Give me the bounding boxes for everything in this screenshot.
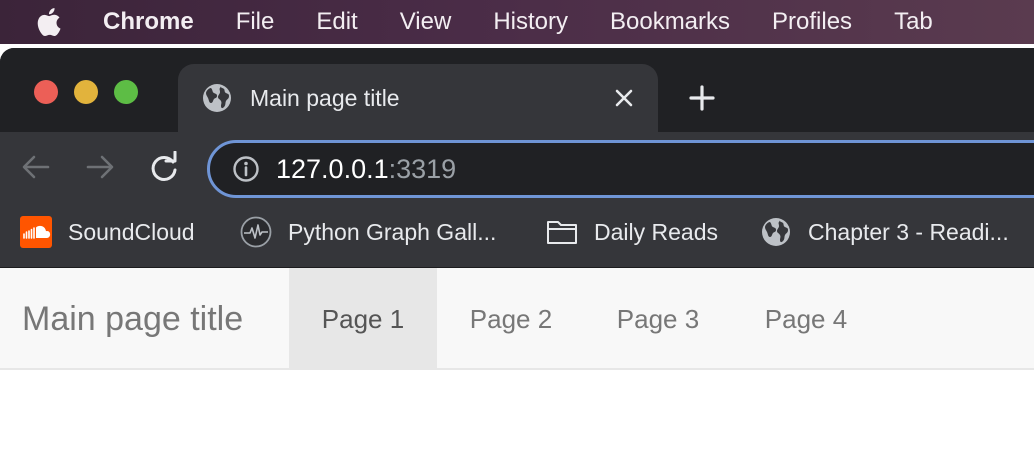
web-page: Main page title Page 1 Page 2 Page 3 Pag… [0, 268, 1034, 468]
window-maximize-button[interactable] [114, 80, 138, 104]
reload-icon [151, 151, 177, 181]
graph-gallery-icon [240, 216, 272, 248]
bookmark-label: Chapter 3 - Readi... [808, 218, 1009, 245]
tab-strip: Main page title [0, 48, 1034, 132]
soundcloud-icon [20, 216, 52, 248]
url-text: 127.0.0.1:3319 [276, 154, 456, 185]
globe-icon [202, 83, 232, 113]
new-tab-button[interactable] [686, 82, 718, 114]
nav-link-page-2[interactable]: Page 2 [437, 268, 585, 370]
address-bar[interactable]: 127.0.0.1:3319 [207, 140, 1034, 198]
menu-profiles[interactable]: Profiles [772, 8, 852, 36]
bookmark-chapter-3[interactable]: Chapter 3 - Readi... [760, 204, 1009, 260]
bookmark-python-graph-gallery[interactable]: Python Graph Gall... [240, 204, 496, 260]
bookmark-label: Daily Reads [594, 218, 718, 245]
window-close-button[interactable] [34, 80, 58, 104]
tab-close-icon[interactable] [610, 84, 638, 112]
globe-icon [760, 216, 792, 248]
back-button[interactable] [19, 150, 53, 184]
menu-history[interactable]: History [493, 8, 568, 36]
info-icon[interactable] [232, 155, 260, 183]
arrow-left-icon [22, 155, 50, 179]
bookmark-folder-daily-reads[interactable]: Daily Reads [546, 204, 718, 260]
arrow-right-icon [86, 155, 114, 179]
browser-window: Main page title 127.0.0.1:3319 SoundClou… [0, 48, 1034, 468]
bookmark-label: Python Graph Gall... [288, 218, 497, 245]
bookmark-label: SoundCloud [68, 218, 195, 245]
page-navbar: Main page title Page 1 Page 2 Page 3 Pag… [0, 268, 1034, 370]
macos-menu-bar: Chrome File Edit View History Bookmarks … [0, 0, 1034, 44]
forward-button[interactable] [83, 150, 117, 184]
menu-file[interactable]: File [236, 8, 275, 36]
tab-main-page[interactable]: Main page title [178, 64, 658, 132]
browser-toolbar: 127.0.0.1:3319 [0, 132, 1034, 204]
menu-view[interactable]: View [400, 8, 452, 36]
folder-icon [546, 216, 578, 248]
url-host: 127.0.0.1 [276, 153, 389, 184]
bookmarks-bar: SoundCloud Python Graph Gall... Daily Re… [0, 204, 1034, 268]
nav-link-page-1[interactable]: Page 1 [289, 268, 437, 370]
reload-button[interactable] [147, 150, 181, 184]
tab-title: Main page title [250, 84, 400, 111]
navbar-brand[interactable]: Main page title [22, 268, 243, 370]
url-port: :3319 [388, 153, 457, 184]
apple-icon[interactable] [33, 5, 63, 39]
bookmark-soundcloud[interactable]: SoundCloud [20, 204, 195, 260]
window-minimize-button[interactable] [74, 80, 98, 104]
menu-tab[interactable]: Tab [894, 8, 933, 36]
nav-link-page-3[interactable]: Page 3 [584, 268, 732, 370]
menu-edit[interactable]: Edit [316, 8, 357, 36]
nav-link-page-4[interactable]: Page 4 [732, 268, 880, 370]
menu-bookmarks[interactable]: Bookmarks [610, 8, 730, 36]
menu-app-chrome[interactable]: Chrome [103, 8, 194, 36]
